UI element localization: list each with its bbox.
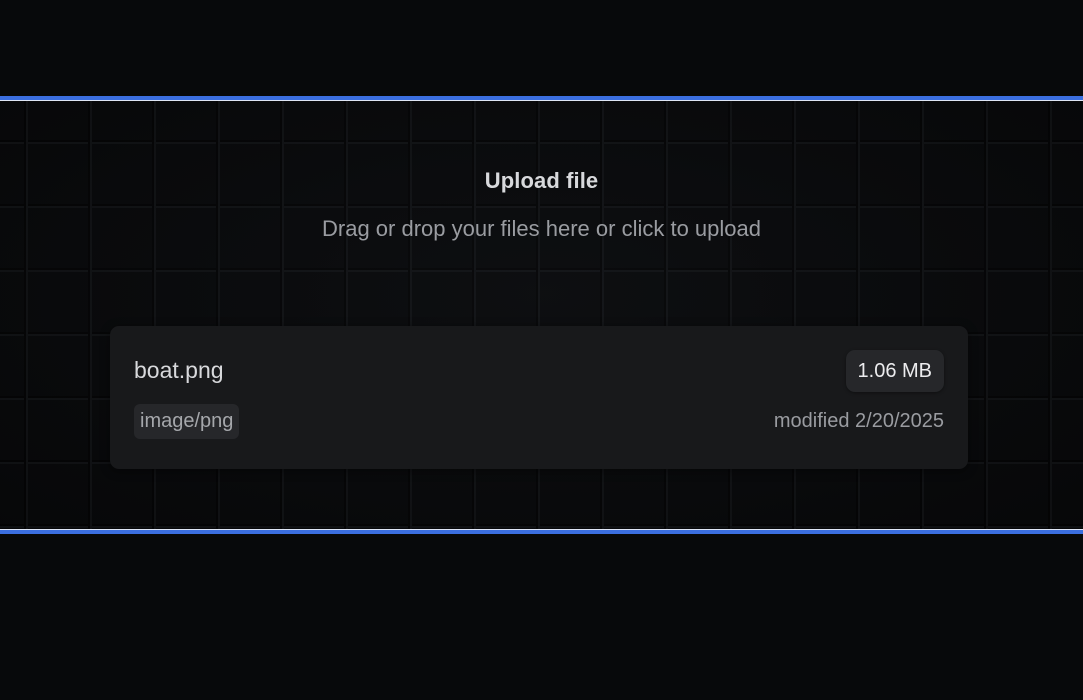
file-upload-dropzone[interactable]: Upload file Drag or drop your files here… [0,96,1083,534]
page: Upload file Drag or drop your files here… [0,0,1083,700]
file-name: boat.png [134,357,224,383]
file-modified-date: modified 2/20/2025 [773,410,944,432]
file-type-badge: image/png [134,404,240,439]
file-size-badge: 1.06 MB [845,350,944,392]
uploaded-file-card: boat.png 1.06 MB image/png modified 2/20… [110,326,968,469]
upload-instructions: Drag or drop your files here or click to… [322,216,761,241]
dropzone-content: Upload file Drag or drop your files here… [0,100,1083,530]
upload-title: Upload file [484,168,599,193]
